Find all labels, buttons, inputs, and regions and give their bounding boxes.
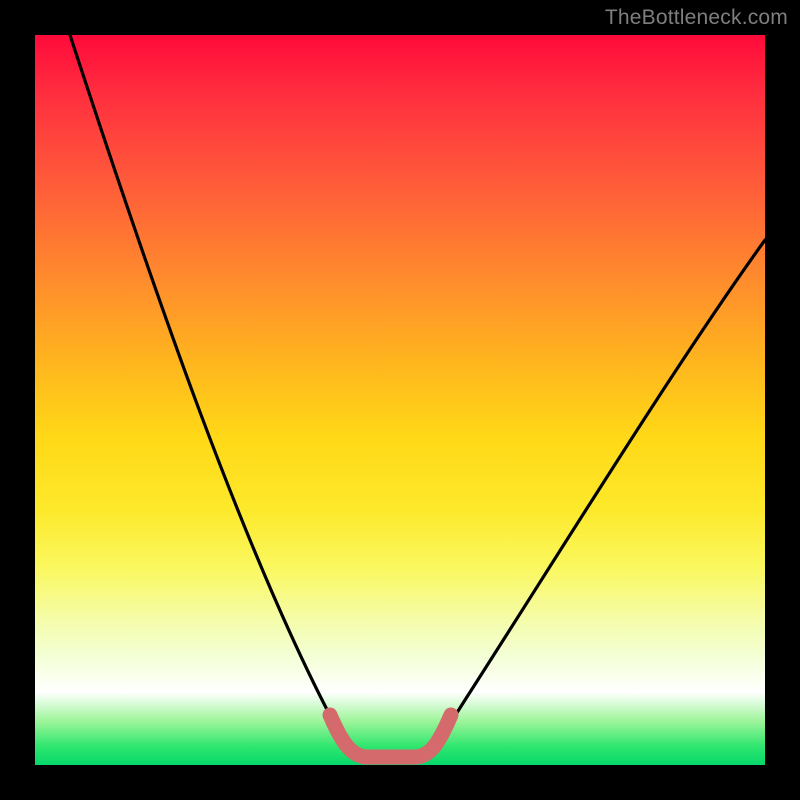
watermark-text: TheBottleneck.com: [605, 6, 788, 30]
bottleneck-highlight: [330, 715, 451, 757]
curve-right: [425, 240, 765, 754]
chart-plot-area: [35, 35, 765, 765]
chart-curves: [35, 35, 765, 765]
chart-frame: TheBottleneck.com: [0, 0, 800, 800]
curve-left: [70, 35, 357, 754]
